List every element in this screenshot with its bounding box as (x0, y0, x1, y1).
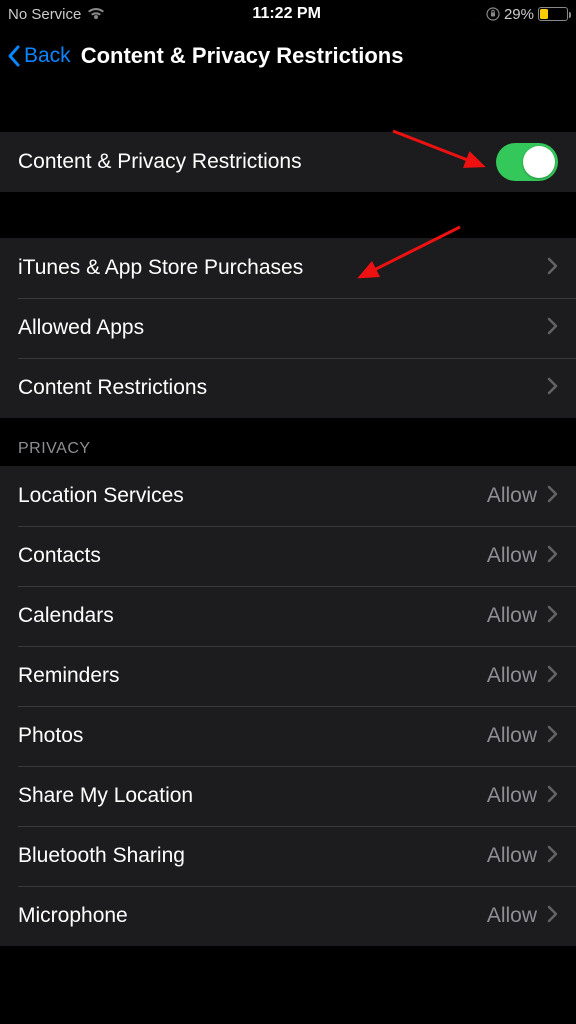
do-not-disturb-icon (468, 7, 482, 21)
row-label: Reminders (18, 664, 120, 688)
carrier-text: No Service (8, 6, 81, 23)
row-label: Content Restrictions (18, 376, 207, 400)
row-label: Microphone (18, 904, 128, 928)
chevron-right-icon (547, 785, 558, 808)
page-title: Content & Privacy Restrictions (81, 43, 404, 69)
chevron-right-icon (547, 377, 558, 400)
row-label: Contacts (18, 544, 101, 568)
back-button[interactable]: Back (0, 44, 71, 68)
row-value: Allow (487, 724, 537, 748)
calendars-row[interactable]: Calendars Allow (0, 586, 576, 646)
chevron-right-icon (547, 605, 558, 628)
chevron-right-icon (547, 257, 558, 280)
microphone-row[interactable]: Microphone Allow (0, 886, 576, 946)
privacy-section-header: PRIVACY (0, 418, 576, 466)
orientation-lock-icon (486, 7, 500, 21)
chevron-right-icon (547, 845, 558, 868)
row-value: Allow (487, 604, 537, 628)
row-label: Allowed Apps (18, 316, 144, 340)
battery-icon (538, 7, 568, 21)
content-restrictions-row[interactable]: Content Restrictions (0, 358, 576, 418)
row-label: Location Services (18, 484, 184, 508)
location-services-row[interactable]: Location Services Allow (0, 466, 576, 526)
photos-row[interactable]: Photos Allow (0, 706, 576, 766)
row-value: Allow (487, 784, 537, 808)
allowed-apps-row[interactable]: Allowed Apps (0, 298, 576, 358)
chevron-right-icon (547, 725, 558, 748)
restrictions-switch[interactable] (496, 143, 558, 181)
wifi-icon (87, 7, 105, 21)
row-value: Allow (487, 484, 537, 508)
reminders-row[interactable]: Reminders Allow (0, 646, 576, 706)
status-bar: No Service 11:22 PM 29% (0, 0, 576, 28)
row-label: Bluetooth Sharing (18, 844, 185, 868)
chevron-left-icon (6, 44, 22, 68)
chevron-right-icon (547, 545, 558, 568)
row-value: Allow (487, 844, 537, 868)
battery-percent: 29% (504, 6, 534, 23)
nav-bar: Back Content & Privacy Restrictions (0, 28, 576, 84)
row-label: iTunes & App Store Purchases (18, 256, 303, 280)
restrictions-toggle-label: Content & Privacy Restrictions (18, 150, 302, 174)
row-value: Allow (487, 544, 537, 568)
chevron-right-icon (547, 485, 558, 508)
share-my-location-row[interactable]: Share My Location Allow (0, 766, 576, 826)
row-label: Calendars (18, 604, 114, 628)
status-time: 11:22 PM (252, 5, 320, 23)
row-value: Allow (487, 664, 537, 688)
chevron-right-icon (547, 665, 558, 688)
chevron-right-icon (547, 905, 558, 928)
row-value: Allow (487, 904, 537, 928)
back-label: Back (24, 44, 71, 68)
itunes-purchases-row[interactable]: iTunes & App Store Purchases (0, 238, 576, 298)
row-label: Share My Location (18, 784, 193, 808)
chevron-right-icon (547, 317, 558, 340)
bluetooth-sharing-row[interactable]: Bluetooth Sharing Allow (0, 826, 576, 886)
restrictions-toggle-row[interactable]: Content & Privacy Restrictions (0, 132, 576, 192)
contacts-row[interactable]: Contacts Allow (0, 526, 576, 586)
row-label: Photos (18, 724, 83, 748)
